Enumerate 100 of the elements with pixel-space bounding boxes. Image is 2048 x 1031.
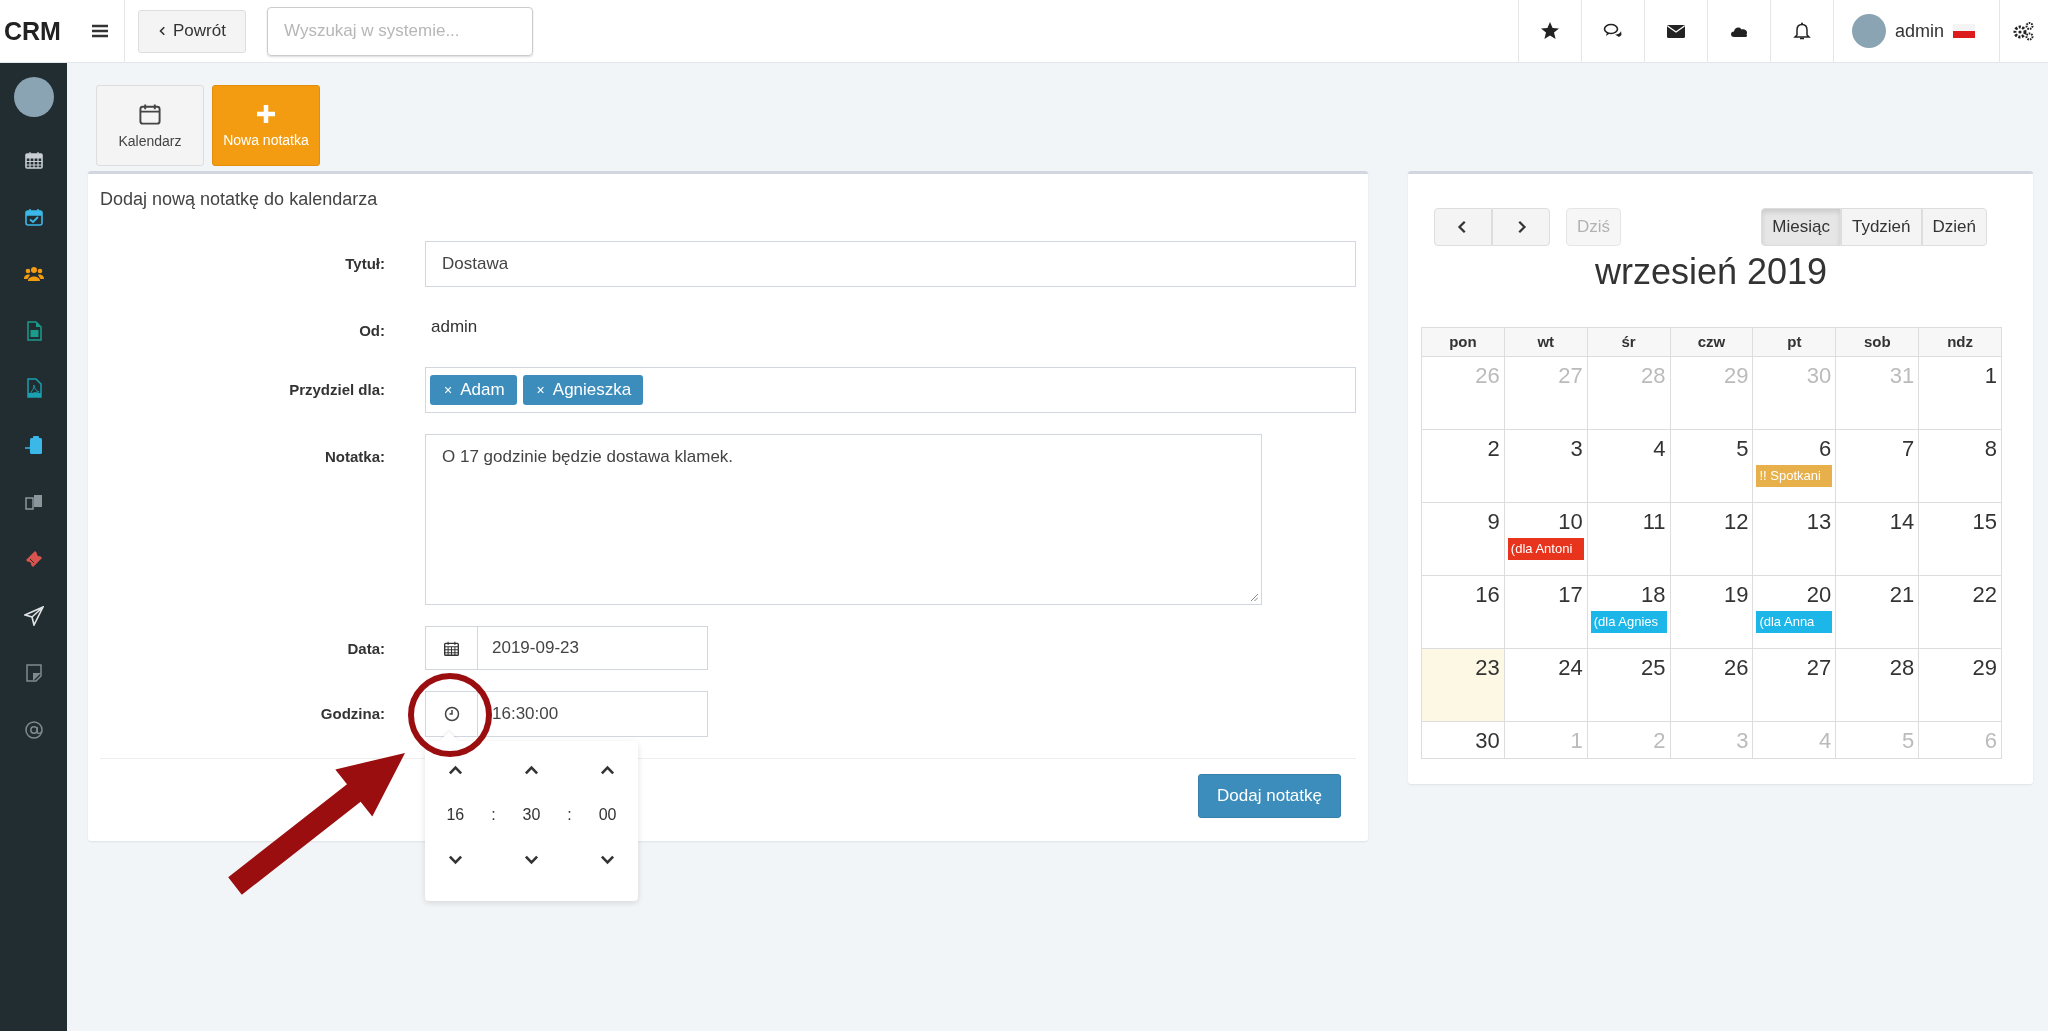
day-cell[interactable]: 12: [1670, 503, 1754, 576]
assignee-tag[interactable]: × Agnieszka: [522, 375, 644, 405]
day-number[interactable]: 21: [1889, 576, 1919, 608]
view-tab[interactable]: Dzień: [1921, 208, 1987, 246]
title-field[interactable]: Dostawa: [425, 241, 1356, 287]
day-number[interactable]: 1: [1984, 357, 2001, 389]
day-number[interactable]: 6: [1819, 430, 1836, 462]
note-field[interactable]: O 17 godzinie będzie dostawa klamek.: [425, 434, 1262, 605]
day-number[interactable]: 13: [1806, 503, 1836, 535]
calendar-event[interactable]: (dla Antoni: [1507, 538, 1584, 560]
brand-logo[interactable]: CRM: [0, 16, 76, 46]
time-value[interactable]: 30: [522, 806, 541, 824]
view-tab[interactable]: Tydzień: [1840, 208, 1922, 246]
day-cell[interactable]: 24: [1504, 649, 1588, 722]
day-number[interactable]: 14: [1889, 503, 1919, 535]
day-number[interactable]: 18: [1641, 576, 1670, 608]
copy-icon[interactable]: [23, 492, 44, 512]
day-number[interactable]: 26: [1723, 649, 1753, 681]
day-number[interactable]: 19: [1723, 576, 1753, 608]
day-cell[interactable]: 29: [1919, 649, 2002, 722]
day-number[interactable]: 25: [1641, 649, 1670, 681]
day-number[interactable]: 20: [1806, 576, 1836, 608]
assignee-tag[interactable]: × Adam: [430, 375, 517, 405]
day-number[interactable]: 12: [1723, 503, 1753, 535]
day-cell[interactable]: 15: [1919, 503, 2002, 576]
day-cell[interactable]: 9: [1422, 503, 1505, 576]
author-text: admin: [430, 316, 479, 338]
day-cell[interactable]: 8: [1919, 430, 2002, 503]
day-number[interactable]: 29: [1972, 649, 2001, 681]
note-icon[interactable]: [23, 663, 44, 683]
remove-tag-icon[interactable]: ×: [444, 382, 453, 398]
day-cell[interactable]: 10 (dla Antoni: [1504, 503, 1588, 576]
day-cell[interactable]: 17: [1504, 576, 1588, 649]
day-cell[interactable]: 30: [1422, 722, 1505, 759]
day-cell[interactable]: 19: [1670, 576, 1754, 649]
calendar-icon[interactable]: [23, 150, 44, 170]
date-field[interactable]: 2019-09-23: [477, 626, 708, 670]
clipboard-icon[interactable]: [23, 435, 44, 455]
month-title: wrzesień 2019: [1593, 251, 1829, 294]
day-cell[interactable]: 21: [1836, 576, 1920, 649]
day-number[interactable]: 17: [1558, 576, 1587, 608]
day-number[interactable]: 5: [1736, 430, 1753, 462]
day-number[interactable]: 22: [1972, 576, 2001, 608]
day-number[interactable]: 27: [1806, 649, 1836, 681]
day-number[interactable]: 7: [1901, 430, 1919, 462]
day-number[interactable]: 9: [1487, 503, 1504, 535]
day-number[interactable]: 8: [1984, 430, 2001, 462]
day-cell[interactable]: 18 (dla Agnies: [1587, 576, 1671, 649]
day-cell[interactable]: 22: [1919, 576, 2002, 649]
day-number[interactable]: 24: [1558, 649, 1587, 681]
calendar-check-icon[interactable]: [23, 207, 44, 227]
day-number[interactable]: 3: [1570, 430, 1587, 462]
day-number[interactable]: 15: [1972, 503, 2001, 535]
assignee-field[interactable]: × Adam × Agnieszka: [425, 367, 1356, 413]
time-value[interactable]: 00: [598, 806, 617, 824]
day-number[interactable]: 30: [1475, 722, 1504, 754]
day-cell[interactable]: 14: [1836, 503, 1920, 576]
add-note-button[interactable]: Dodaj notatkę: [1198, 774, 1341, 818]
back-button[interactable]: Powrót: [138, 9, 246, 53]
day-cell[interactable]: 26: [1670, 649, 1754, 722]
day-cell[interactable]: 23: [1422, 649, 1505, 722]
day-number[interactable]: 28: [1889, 649, 1919, 681]
day-cell[interactable]: 13: [1753, 503, 1837, 576]
day-cell[interactable]: 3: [1504, 430, 1588, 503]
flag-icon[interactable]: [1953, 24, 1976, 38]
menu-icon[interactable]: [92, 24, 108, 38]
user-name[interactable]: admin: [1895, 20, 1945, 42]
day-cell[interactable]: 20 (dla Anna: [1753, 576, 1837, 649]
day-number[interactable]: 2: [1487, 430, 1504, 462]
day-cell[interactable]: 27: [1753, 649, 1837, 722]
day-cell[interactable]: 25: [1587, 649, 1671, 722]
day-cell[interactable]: 6 !! Spotkani: [1753, 430, 1837, 503]
day-cell[interactable]: 28: [1836, 649, 1920, 722]
star-icon[interactable]: [1540, 21, 1560, 41]
bell-icon[interactable]: [1792, 21, 1812, 41]
avatar[interactable]: [13, 77, 54, 117]
day-number[interactable]: 11: [1642, 503, 1670, 535]
settings-icon[interactable]: [2013, 21, 2035, 41]
people-icon[interactable]: [23, 264, 44, 284]
at-sign-icon[interactable]: [23, 720, 44, 740]
clock-addon[interactable]: [425, 691, 477, 737]
day-cell[interactable]: 11: [1587, 503, 1671, 576]
day-cell[interactable]: 5: [1670, 430, 1754, 503]
day-cell[interactable]: 7: [1836, 430, 1920, 503]
remove-tag-icon[interactable]: ×: [536, 382, 545, 398]
day-number[interactable]: 10: [1558, 503, 1587, 535]
day-number[interactable]: 23: [1475, 649, 1504, 681]
avatar[interactable]: [1852, 14, 1886, 48]
day-cell[interactable]: 2: [1422, 430, 1505, 503]
day-cell[interactable]: 1: [1919, 357, 2002, 430]
calendar-addon[interactable]: [425, 626, 477, 670]
paper-plane-icon[interactable]: [23, 606, 44, 626]
view-tab[interactable]: Miesiąc: [1761, 208, 1841, 246]
day-number[interactable]: 16: [1475, 576, 1504, 608]
time-field[interactable]: 16:30:00: [477, 691, 708, 737]
weekday-header: pon: [1422, 328, 1505, 357]
day-number[interactable]: 4: [1653, 430, 1670, 462]
time-value[interactable]: 16: [446, 806, 465, 824]
calendar-button[interactable]: Kalendarz: [96, 85, 204, 166]
day-cell[interactable]: 4: [1587, 430, 1671, 503]
